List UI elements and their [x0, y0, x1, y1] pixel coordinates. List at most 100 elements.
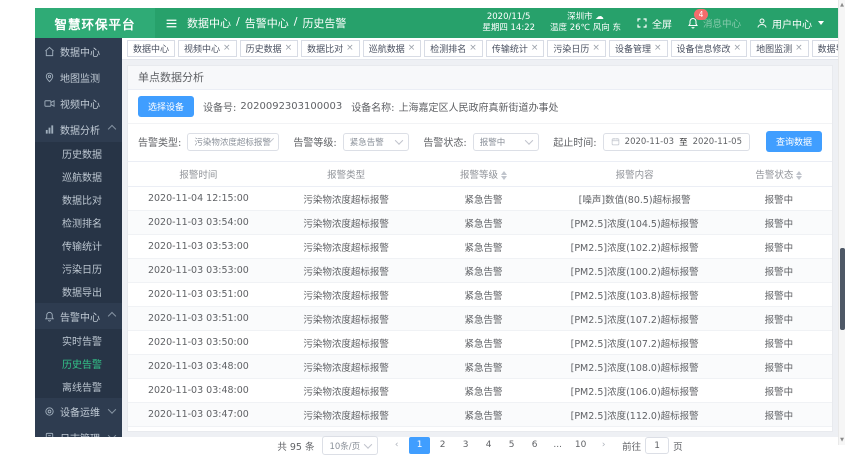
chevron-down-icon [108, 405, 116, 413]
table-cell: 污染物浓度超标报警 [269, 355, 424, 379]
date-range-picker[interactable]: 2020-11-03 至 2020-11-05 [603, 133, 750, 151]
alarm-type-select[interactable]: 污染物浓度超标报警 [187, 133, 279, 151]
table-cell: 污染物浓度超标报警 [269, 235, 424, 259]
sidebar-subitem-数据导出[interactable]: 数据导出 [35, 280, 122, 303]
alarm-type-label: 告警类型: [138, 134, 181, 149]
scrollbar-thumb[interactable] [840, 248, 845, 330]
sidebar-subitem-离线告警[interactable]: 离线告警 [35, 375, 122, 398]
table-cell: [PM2.5]浓度(107.2)超标报警 [543, 307, 725, 331]
tab-传输统计[interactable]: 传输统计× [486, 40, 545, 57]
chevron-down-icon [525, 136, 533, 144]
scroll-down-icon[interactable]: ▼ [839, 436, 845, 444]
table-row[interactable]: 2020-11-03 03:53:00污染物浓度超标报警紧急告警[PM2.5]浓… [128, 235, 832, 259]
tab-地图监测[interactable]: 地图监测× [750, 40, 809, 57]
message-center-button[interactable]: 4 消息中心 [687, 16, 741, 30]
close-icon[interactable]: × [795, 44, 803, 53]
table-cell: 报警中 [726, 259, 832, 283]
breadcrumb-item[interactable]: 告警中心 [245, 15, 289, 31]
sidebar-subitem-巡航数据[interactable]: 巡航数据 [35, 165, 122, 188]
goto-page-input[interactable] [645, 437, 669, 454]
page-button-4[interactable]: 4 [478, 437, 499, 454]
select-device-button[interactable]: 选择设备 [138, 96, 194, 117]
close-icon[interactable]: × [654, 44, 662, 53]
sidebar-item-告警中心[interactable]: 告警中心 [35, 303, 122, 329]
scroll-up-icon[interactable]: ▲ [839, 1, 845, 9]
sidebar-subitem-实时告警[interactable]: 实时告警 [35, 329, 122, 352]
tab-数据比对[interactable]: 数据比对× [301, 40, 360, 57]
table-row[interactable]: 2020-11-03 03:51:00污染物浓度超标报警紧急告警[PM2.5]浓… [128, 307, 832, 331]
sidebar-subitem-历史数据[interactable]: 历史数据 [35, 142, 122, 165]
alarm-level-select[interactable]: 紧急告警 [343, 133, 410, 151]
close-icon[interactable]: × [223, 44, 231, 53]
breadcrumb-item[interactable]: 历史告警 [302, 15, 346, 31]
sidebar-item-数据分析[interactable]: 数据分析 [35, 116, 122, 142]
weather: 深圳市 ☁ 温度 26℃ 风向 东 [550, 12, 621, 34]
close-icon[interactable]: × [734, 44, 742, 53]
sidebar-subitem-传输统计[interactable]: 传输统计 [35, 234, 122, 257]
close-icon[interactable]: × [469, 44, 477, 53]
page-button-10[interactable]: 10 [570, 437, 591, 454]
tab-设备信息修改[interactable]: 设备信息修改× [671, 40, 748, 57]
sidebar-item-数据中心[interactable]: 数据中心 [35, 38, 122, 64]
column-header-报警等级[interactable]: 报警等级 [423, 162, 543, 187]
tab-检测排名[interactable]: 检测排名× [424, 40, 483, 57]
table-cell: 报警中 [726, 403, 832, 427]
column-header-告警状态[interactable]: 告警状态 [726, 162, 832, 187]
breadcrumb-item[interactable]: 数据中心 [187, 15, 231, 31]
sort-icon[interactable] [796, 171, 802, 180]
hamburger-icon[interactable] [165, 17, 178, 30]
prev-page-button[interactable]: ‹ [386, 437, 407, 454]
table-row[interactable]: 2020-11-03 03:53:00污染物浓度超标报警紧急告警[PM2.5]浓… [128, 259, 832, 283]
column-header-报警内容: 报警内容 [543, 162, 725, 187]
user-center-button[interactable]: 用户中心 [756, 16, 824, 31]
sidebar-subitem-数据比对[interactable]: 数据比对 [35, 188, 122, 211]
table-cell: [PM2.5]浓度(102.2)超标报警 [543, 235, 725, 259]
close-icon[interactable]: × [408, 44, 416, 53]
table-row[interactable]: 2020-11-03 03:47:00污染物浓度超标报警紧急告警[PM2.5]浓… [128, 403, 832, 427]
sidebar-subitem-污染日历[interactable]: 污染日历 [35, 257, 122, 280]
sort-icon[interactable] [501, 171, 507, 180]
close-icon[interactable]: × [592, 44, 600, 53]
table-row[interactable]: 2020-11-03 03:54:00污染物浓度超标报警紧急告警[PM2.5]浓… [128, 211, 832, 235]
close-icon[interactable]: × [531, 44, 539, 53]
close-icon[interactable]: × [346, 44, 354, 53]
page-size-select[interactable]: 10条/页 [322, 436, 378, 455]
page-button-6[interactable]: 6 [524, 437, 545, 454]
close-icon[interactable]: × [285, 44, 293, 53]
next-page-button[interactable]: › [593, 437, 614, 454]
fullscreen-button[interactable]: 全屏 [636, 16, 672, 31]
sidebar-item-设备运维[interactable]: 设备运维 [35, 398, 122, 424]
tab-历史数据[interactable]: 历史数据× [240, 40, 299, 57]
tab-视频中心[interactable]: 视频中心× [178, 40, 237, 57]
sidebar-item-日志管理[interactable]: 日志管理 [35, 424, 122, 437]
table-cell: 污染物浓度超标报警 [269, 259, 424, 283]
table-row[interactable]: 2020-11-03 03:51:00污染物浓度超标报警紧急告警[PM2.5]浓… [128, 283, 832, 307]
table-row[interactable]: 2020-11-04 12:15:00污染物浓度超标报警紧急告警[噪声]数值(8… [128, 187, 832, 211]
table-row[interactable]: 2020-11-03 03:48:00污染物浓度超标报警紧急告警[PM2.5]浓… [128, 355, 832, 379]
more-pages-button[interactable]: ... [547, 437, 568, 454]
tab-巡航数据[interactable]: 巡航数据× [363, 40, 422, 57]
table-row[interactable]: 2020-11-03 03:48:00污染物浓度超标报警紧急告警[PM2.5]浓… [128, 379, 832, 403]
page-button-5[interactable]: 5 [501, 437, 522, 454]
page-button-3[interactable]: 3 [455, 437, 476, 454]
table-row[interactable]: 2020-11-03 03:50:00污染物浓度超标报警紧急告警[PM2.5]浓… [128, 331, 832, 355]
table-cell: 报警中 [726, 235, 832, 259]
query-data-button[interactable]: 查询数据 [766, 131, 822, 152]
sidebar-subitem-检测排名[interactable]: 检测排名 [35, 211, 122, 234]
sidebar-item-视频中心[interactable]: 视频中心 [35, 90, 122, 116]
alarm-status-select[interactable]: 报警中 [473, 133, 540, 151]
page-button-2[interactable]: 2 [432, 437, 453, 454]
page-button-1[interactable]: 1 [409, 437, 430, 454]
table-cell: 2020-11-04 12:15:00 [128, 187, 269, 211]
date-start: 2020-11-03 [625, 137, 674, 147]
browser-scrollbar[interactable]: ▲ ▼ [838, 0, 845, 445]
sidebar-item-地图监测[interactable]: 地图监测 [35, 64, 122, 90]
sidebar-subitem-历史告警[interactable]: 历史告警 [35, 352, 122, 375]
table-cell: 污染物浓度超标报警 [269, 283, 424, 307]
tab-设备管理[interactable]: 设备管理× [609, 40, 668, 57]
tab-数据中心[interactable]: 数据中心 [127, 40, 175, 57]
tab-污染日历[interactable]: 污染日历× [547, 40, 606, 57]
tab-数据导出[interactable]: 数据导出× [812, 40, 838, 57]
table-cell: [PM2.5]浓度(108.0)超标报警 [543, 355, 725, 379]
chevron-up-icon [108, 312, 116, 320]
